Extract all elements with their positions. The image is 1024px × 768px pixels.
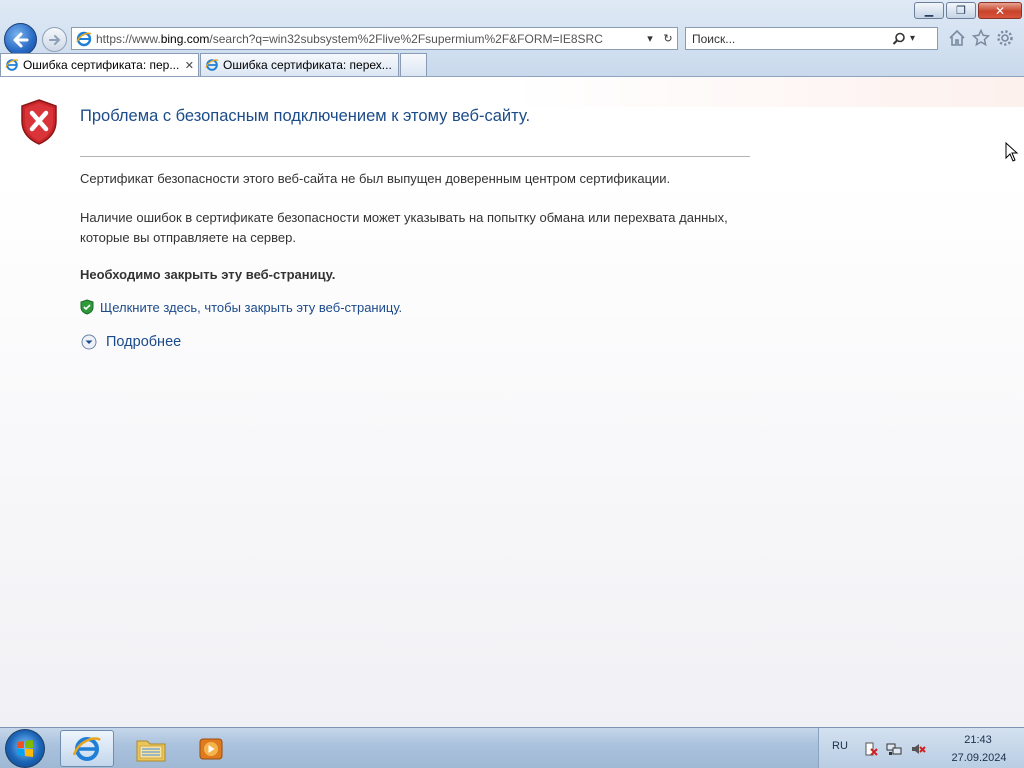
close-page-link[interactable]: Щелкните здесь, чтобы закрыть эту веб-ст… — [100, 300, 402, 315]
ie-tab-icon — [205, 59, 219, 71]
clock-date[interactable]: 27.09.2024 — [944, 752, 1014, 764]
minimize-button[interactable]: ▁ — [914, 2, 944, 19]
search-icon[interactable] — [892, 32, 906, 46]
windows-logo-icon — [17, 739, 33, 757]
forward-arrow-icon — [48, 34, 60, 45]
search-box[interactable]: ▾ — [685, 27, 938, 50]
address-bar[interactable]: https://www.bing.com/search?q=win32subsy… — [71, 27, 678, 50]
gear-icon[interactable] — [995, 28, 1015, 48]
close-page-row[interactable]: Щелкните здесь, чтобы закрыть эту веб-ст… — [80, 299, 402, 315]
window-controls: ▁ ❐ ✕ — [914, 2, 1022, 19]
clock-time[interactable]: 21:43 — [957, 734, 999, 746]
taskbar: RU 21:43 27.09.2024 — [0, 727, 1024, 768]
command-icons — [947, 28, 1015, 48]
close-tab-icon[interactable]: ✕ — [185, 59, 194, 72]
network-icon[interactable] — [886, 741, 902, 757]
new-tab-button[interactable] — [400, 53, 427, 76]
security-warning-message: Наличие ошибок в сертификате безопасност… — [80, 210, 728, 245]
tab-certificate-error-1[interactable]: Ошибка сертификата: пер... ✕ — [0, 53, 199, 76]
star-icon[interactable] — [971, 28, 991, 48]
divider — [80, 156, 750, 157]
chevron-down-icon — [81, 334, 97, 350]
folder-icon — [136, 740, 166, 761]
volume-muted-icon[interactable] — [910, 741, 926, 757]
taskbar-ie-button[interactable] — [60, 730, 114, 767]
refresh-icon[interactable]: ↻ — [659, 32, 677, 45]
taskbar-media-player-button[interactable] — [184, 730, 238, 767]
close-icon: ✕ — [994, 3, 1006, 18]
action-center-icon[interactable] — [863, 741, 879, 757]
recommendation-text: Необходимо закрыть эту веб-страницу. — [80, 267, 336, 282]
system-tray: RU 21:43 27.09.2024 — [818, 728, 1024, 768]
shield-error-icon — [21, 99, 57, 145]
ie-page-icon — [76, 31, 92, 46]
taskbar-explorer-button[interactable] — [124, 730, 178, 767]
page-content: Проблема с безопасным подключением к это… — [0, 77, 1024, 727]
tab-certificate-error-2[interactable]: Ошибка сертификата: перех... — [200, 53, 399, 76]
tab-label: Ошибка сертификата: перех... — [223, 58, 392, 72]
green-shield-icon — [80, 299, 94, 315]
tab-strip: Ошибка сертификата: пер... ✕ Ошибка серт… — [0, 53, 428, 77]
restore-icon: ❐ — [956, 4, 966, 17]
start-button[interactable] — [5, 729, 45, 768]
tab-label: Ошибка сертификата: пер... — [22, 58, 179, 72]
page-title: Проблема с безопасным подключением к это… — [80, 107, 531, 125]
home-icon[interactable] — [947, 28, 967, 48]
content-header-gradient — [0, 77, 1024, 107]
browser-chrome: ▁ ❐ ✕ https://www.bing.com/search?q=win3… — [0, 0, 1024, 77]
restore-button[interactable]: ❐ — [946, 2, 976, 19]
ie-tab-icon — [5, 59, 19, 71]
search-input[interactable] — [692, 31, 892, 46]
address-url[interactable]: https://www.bing.com/search?q=win32subsy… — [96, 32, 641, 46]
mouse-cursor-icon — [1005, 142, 1019, 162]
address-dropdown-icon[interactable]: ▾ — [641, 32, 659, 45]
language-indicator[interactable]: RU — [832, 740, 848, 752]
certificate-message: Сертификат безопасности этого веб-сайта … — [80, 171, 671, 186]
forward-button[interactable] — [42, 27, 67, 52]
internet-explorer-icon — [72, 736, 101, 761]
minimize-icon: ▁ — [924, 4, 934, 17]
back-button[interactable] — [4, 23, 37, 56]
close-window-button[interactable]: ✕ — [978, 2, 1022, 19]
media-player-icon — [199, 738, 223, 759]
back-arrow-icon — [13, 32, 28, 47]
more-info-label: Подробнее — [106, 334, 182, 350]
more-info-toggle[interactable]: Подробнее — [81, 334, 181, 350]
search-dropdown-icon[interactable]: ▾ — [910, 33, 915, 44]
